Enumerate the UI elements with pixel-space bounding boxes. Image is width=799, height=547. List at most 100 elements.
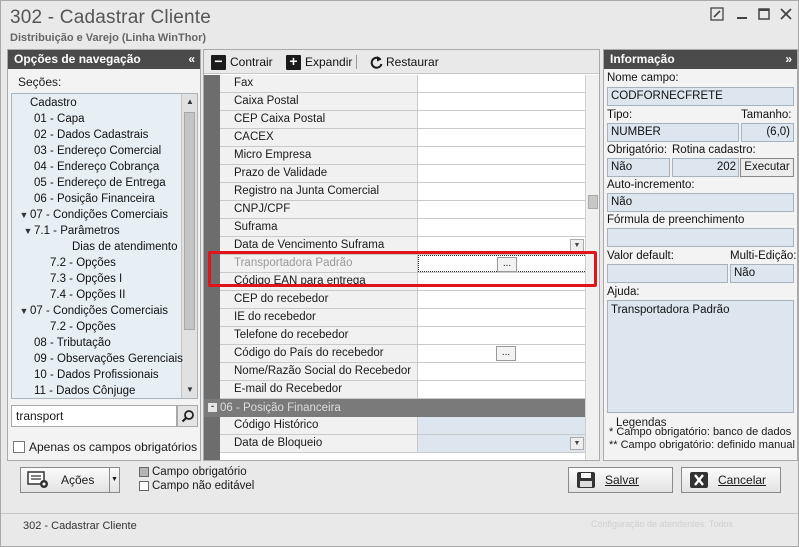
maximize-icon[interactable] [755,7,773,25]
grid-row-value[interactable] [418,363,587,380]
restore-icon [370,55,383,69]
scroll-up-icon[interactable]: ▲ [182,94,197,110]
grid-row-value[interactable] [418,417,587,434]
tree-item[interactable]: 7.3 - Opções I [38,271,122,287]
expand-button[interactable]: + Expandir [286,53,352,71]
tree-item[interactable]: 7.2 - Opções [38,255,116,271]
expand-arrow-icon[interactable]: ▼ [22,223,34,239]
grid-row[interactable]: CACEX [220,129,587,147]
grid-row[interactable]: Prazo de Validade [220,165,587,183]
tree-item-label: 07 - Condições Comerciais [30,209,169,221]
tree-item[interactable]: 08 - Tributação [22,335,111,351]
field-name-label: Nome campo: [607,72,679,84]
grid-row-value[interactable] [418,75,587,92]
grid-row-value[interactable] [418,147,587,164]
tree-item[interactable]: 04 - Endereço Cobrança [22,159,159,175]
collapse-button[interactable]: − Contrair [211,53,273,71]
dropdown-caret-icon[interactable]: ▼ [109,468,119,492]
grid-row-value[interactable] [418,129,587,146]
tree-item[interactable]: Dias de atendimento [60,239,177,255]
tree-item[interactable]: ▼ 7.1 - Parâmetros [22,223,120,239]
tree-item-label: 10 - Dados Profissionais [34,369,159,381]
grid-row-value[interactable] [418,111,587,128]
chevron-down-icon[interactable]: ▼ [570,239,584,252]
grid-row[interactable]: Telefone do recebedor [220,327,587,345]
grid-row[interactable]: CEP do recebedor [220,291,587,309]
tree-item[interactable]: 10 - Dados Profissionais [22,367,159,383]
tree-item[interactable]: ▼ 07 - Condições Comerciais [18,207,169,223]
legend-line-2: ** Campo obrigatório: definido manual [609,439,795,451]
grid-row-value[interactable]: ▼ [418,237,587,254]
grid-section-header[interactable]: -06 - Posição Financeira [204,399,587,417]
tree-item[interactable]: 01 - Capa [22,111,85,127]
collapse-right-icon[interactable]: » [785,50,792,69]
collapse-section-icon[interactable]: - [208,402,217,412]
grid-row-value[interactable]: ... [418,345,587,362]
close-icon[interactable] [777,7,795,25]
grid-row-value[interactable] [418,381,587,398]
tree-item[interactable]: 09 - Observações Gerenciais [22,351,183,367]
tree-item[interactable]: 7.4 - Opções II [38,287,125,303]
grid-row[interactable]: Data de Vencimento Suframa ▼ [220,237,587,255]
grid-row[interactable]: Micro Empresa [220,147,587,165]
grid-row[interactable]: Nome/Razão Social do Recebedor [220,363,587,381]
grid-row-value[interactable] [418,201,587,218]
grid-row[interactable]: CEP Caixa Postal [220,111,587,129]
chevron-down-icon[interactable]: ▼ [570,437,584,450]
checkbox-box[interactable] [13,441,25,453]
edit-icon[interactable] [708,7,726,25]
grid-row[interactable]: Registro na Junta Comercial [220,183,587,201]
collapse-left-icon[interactable]: « [188,50,195,69]
save-button[interactable]: Salvar [568,467,673,493]
restore-button[interactable]: Restaurar [369,53,439,71]
tree-item[interactable]: ▼ 07 - Condições Comerciais [18,303,169,319]
grid-row[interactable]: Código Histórico [220,417,587,435]
grid-row-value[interactable] [418,183,587,200]
grid-row-value[interactable]: ... [418,255,587,272]
tree-item[interactable]: 03 - Endereço Comercial [22,143,161,159]
tree-item[interactable]: 11 - Dados Cônjuge [22,383,135,398]
legend-required-label: Campo obrigatório [152,466,247,478]
grid-row[interactable]: Transportadora Padrão... [220,255,587,273]
scroll-thumb[interactable] [184,112,195,330]
grid-row[interactable]: Código do País do recebedor... [220,345,587,363]
expand-arrow-icon[interactable]: ▼ [18,207,30,223]
tree-item[interactable]: 7.2 - Opções [38,319,116,335]
tree-item[interactable]: Cadastro [18,95,77,111]
grid-scrollbar[interactable] [585,75,599,460]
tree-item[interactable]: 02 - Dados Cadastrais [22,127,148,143]
grid-row[interactable]: Código EAN para entrega [220,273,587,291]
minimize-icon[interactable] [733,7,751,25]
only-required-checkbox[interactable]: Apenas os campos obrigatórios [13,440,197,454]
ellipsis-button[interactable]: ... [497,257,517,272]
search-input[interactable]: transport [11,405,177,427]
expand-arrow-icon[interactable]: ▼ [18,303,30,319]
grid-row-value[interactable] [418,273,587,290]
grid-row-value[interactable] [418,327,587,344]
grid-row-value[interactable]: ▼ [418,435,587,452]
grid-scroll-thumb[interactable] [588,195,598,209]
grid-row-value[interactable] [418,291,587,308]
scroll-down-icon[interactable]: ▼ [182,382,197,398]
ellipsis-button[interactable]: ... [496,346,516,361]
grid-row-value[interactable] [418,219,587,236]
tree-item[interactable]: 05 - Endereço de Entrega [22,175,166,191]
grid-row-value[interactable] [418,165,587,182]
help-value: Transportadora Padrão [607,300,794,413]
grid-row-value[interactable] [418,309,587,326]
execute-button[interactable]: Executar [740,158,794,177]
actions-button[interactable]: Ações ▼ [20,467,120,493]
search-button[interactable] [177,405,198,427]
tree-scrollbar[interactable]: ▲ ▼ [181,94,197,398]
tree-item[interactable]: 06 - Posição Financeira [22,191,155,207]
grid-row[interactable]: IE do recebedor [220,309,587,327]
grid-row[interactable]: Data de Bloqueio ▼ [220,435,587,453]
grid-row[interactable]: E-mail do Recebedor [220,381,587,399]
cancel-button[interactable]: Cancelar [681,467,781,493]
grid-row[interactable]: Caixa Postal [220,93,587,111]
grid-row-value[interactable] [418,93,587,110]
multiedit-value: Não [730,264,794,283]
grid-row[interactable]: Suframa [220,219,587,237]
grid-row[interactable]: CNPJ/CPF [220,201,587,219]
grid-row[interactable]: Fax [220,75,587,93]
